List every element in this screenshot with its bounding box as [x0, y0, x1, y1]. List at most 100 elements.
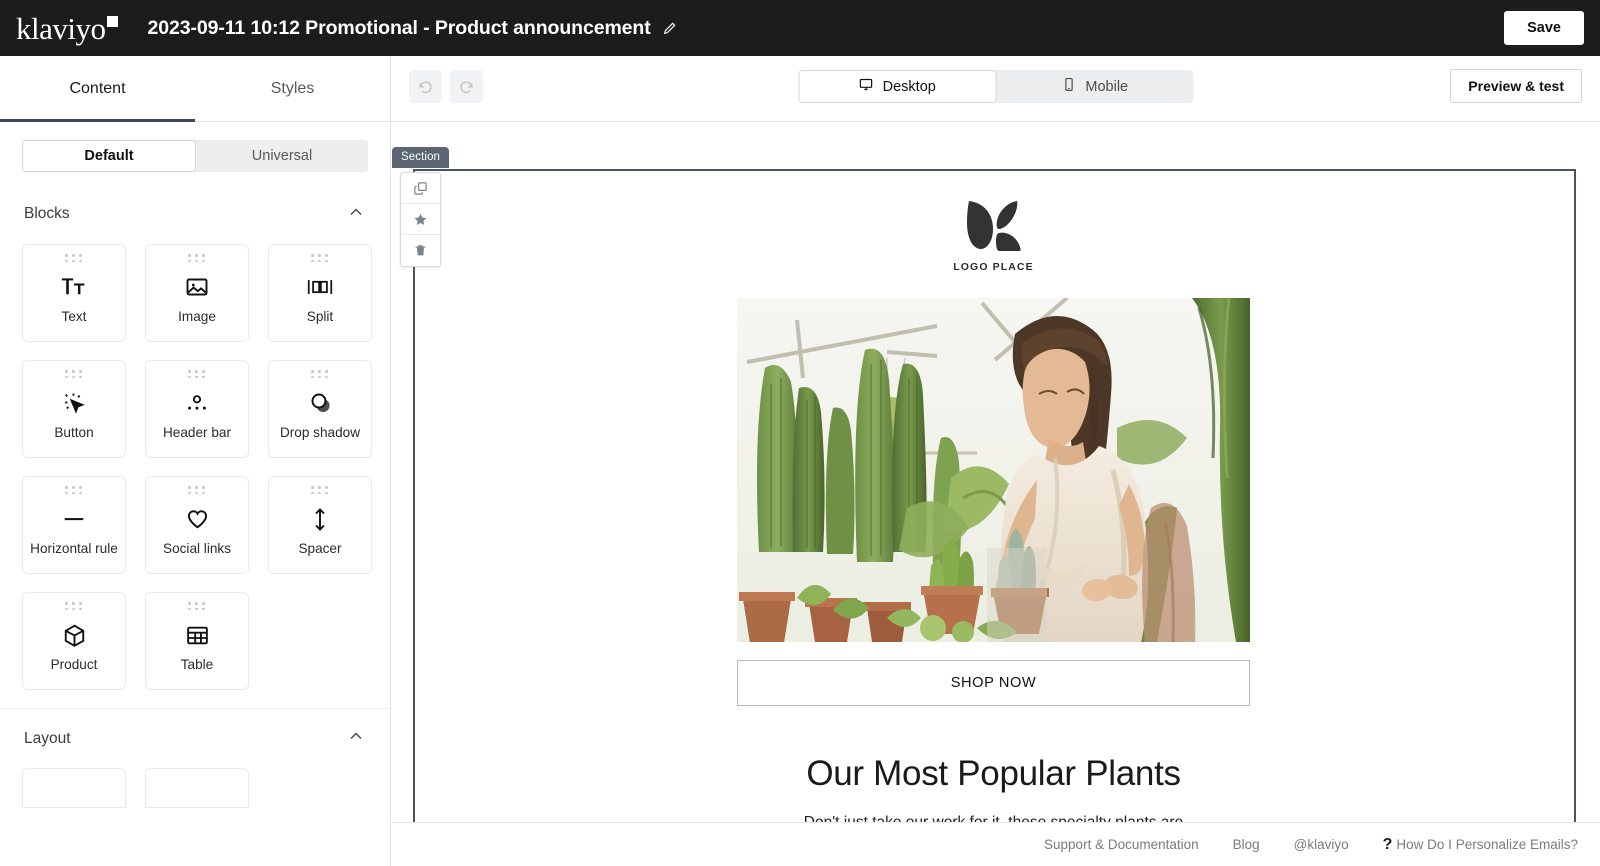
template-scope-toggle-wrap: Default Universal — [0, 122, 390, 172]
layout-section-title: Layout — [24, 729, 71, 747]
chevron-up-icon[interactable] — [346, 726, 366, 751]
template-scope-toggle: Default Universal — [22, 140, 368, 172]
klaviyo-wordmark: klaviyo — [16, 10, 106, 46]
heart-icon — [185, 504, 210, 534]
footer-help-label[interactable]: How Do I Personalize Emails? — [1396, 837, 1578, 852]
hero-image[interactable] — [737, 298, 1250, 642]
block-label: Spacer — [298, 541, 342, 557]
block-label: Table — [180, 657, 214, 673]
drag-handle-icon[interactable] — [65, 254, 83, 263]
layout-option[interactable] — [22, 768, 126, 808]
image-icon — [185, 272, 209, 302]
footer-link-twitter[interactable]: @klaviyo — [1294, 837, 1349, 852]
section-label-tab: Section — [392, 147, 450, 168]
device-label: Desktop — [882, 78, 936, 95]
block-image[interactable]: Image — [145, 244, 249, 342]
block-spacer[interactable]: Spacer — [268, 476, 372, 574]
save-button[interactable]: Save — [1504, 11, 1584, 45]
drag-handle-icon[interactable] — [188, 486, 206, 495]
trash-icon[interactable] — [401, 235, 440, 266]
drag-handle-icon[interactable] — [65, 370, 83, 379]
document-title-group: 2023-09-11 10:12 Promotional - Product a… — [148, 17, 678, 40]
block-label: Button — [54, 425, 94, 441]
footer-link-support[interactable]: Support & Documentation — [1044, 837, 1199, 852]
device-desktop[interactable]: Desktop — [798, 70, 997, 103]
block-label: Horizontal rule — [30, 541, 118, 557]
cube-icon — [62, 620, 87, 650]
device-label: Mobile — [1085, 78, 1129, 95]
tab-styles[interactable]: Styles — [195, 56, 390, 121]
klaviyo-flag-icon — [106, 15, 118, 27]
header-bar-icon — [184, 388, 210, 418]
logo-caption: LOGO PLACE — [953, 261, 1034, 273]
pencil-icon[interactable] — [662, 20, 678, 36]
block-header-bar[interactable]: Header bar — [145, 360, 249, 458]
duplicate-icon[interactable] — [401, 173, 440, 204]
vertical-arrows-icon — [309, 504, 331, 534]
email-body-text: Don't just take our work for it, these s… — [794, 812, 1194, 822]
shop-now-button[interactable]: SHOP NOW — [737, 660, 1250, 706]
chevron-up-icon[interactable] — [346, 202, 366, 227]
block-label: Split — [306, 309, 334, 325]
drag-handle-icon[interactable] — [188, 602, 206, 611]
page-title: 2023-09-11 10:12 Promotional - Product a… — [147, 16, 651, 39]
segment-universal[interactable]: Universal — [196, 140, 368, 172]
footer-bar: Support & Documentation Blog @klaviyo ? … — [391, 822, 1600, 866]
block-table[interactable]: Table — [145, 592, 249, 690]
block-product[interactable]: Product — [22, 592, 126, 690]
layout-grid — [0, 768, 390, 808]
block-horizontal-rule[interactable]: Horizontal rule — [22, 476, 126, 574]
block-label: Product — [50, 657, 98, 673]
leaf-logo-icon — [967, 201, 1022, 251]
block-label: Header bar — [162, 425, 231, 441]
device-toggle: Desktop Mobile — [798, 70, 1193, 103]
segment-default[interactable]: Default — [22, 140, 196, 172]
greenhouse-photo — [737, 298, 1250, 642]
text-icon — [61, 272, 87, 302]
drag-handle-icon[interactable] — [188, 370, 206, 379]
redo-icon[interactable] — [450, 70, 483, 103]
footer-help-link[interactable]: ? How Do I Personalize Emails? — [1383, 836, 1578, 854]
blocks-section-header[interactable]: Blocks — [0, 184, 390, 244]
email-logo-block: LOGO PLACE — [953, 199, 1033, 273]
block-drop-shadow[interactable]: Drop shadow — [268, 360, 372, 458]
blocks-section-title: Blocks — [24, 205, 70, 222]
drag-handle-icon[interactable] — [65, 486, 83, 495]
horizontal-rule-icon — [61, 504, 87, 534]
preview-and-test-button[interactable]: Preview & test — [1450, 69, 1582, 103]
footer-link-blog[interactable]: Blog — [1233, 837, 1260, 852]
block-label: Text — [61, 309, 87, 325]
email-heading: Our Most Popular Plants — [806, 754, 1181, 793]
drop-shadow-icon — [308, 388, 333, 418]
block-split[interactable]: Split — [268, 244, 372, 342]
block-button[interactable]: Button — [22, 360, 126, 458]
undo-redo-group — [409, 70, 483, 103]
top-bar: klaviyo 2023-09-11 10:12 Promotional - P… — [0, 0, 1600, 56]
drag-handle-icon[interactable] — [65, 602, 83, 611]
klaviyo-logo[interactable]: klaviyo — [16, 13, 118, 44]
left-sidebar: Content Styles Default Universal Blocks … — [0, 56, 391, 866]
block-text[interactable]: Text — [22, 244, 126, 342]
undo-icon[interactable] — [409, 70, 442, 103]
block-label: Drop shadow — [279, 425, 361, 441]
button-cursor-icon — [62, 388, 87, 418]
tab-content[interactable]: Content — [0, 56, 195, 122]
layout-option[interactable] — [145, 768, 249, 808]
star-icon[interactable] — [401, 204, 440, 235]
block-social-links[interactable]: Social links — [145, 476, 249, 574]
drag-handle-icon[interactable] — [311, 254, 329, 263]
block-label: Social links — [163, 541, 231, 557]
drag-handle-icon[interactable] — [311, 370, 329, 379]
sidebar-tabs: Content Styles — [0, 56, 390, 122]
drag-handle-icon[interactable] — [188, 254, 206, 263]
layout-section-header[interactable]: Layout — [0, 708, 390, 768]
question-mark-icon: ? — [1382, 835, 1393, 853]
drag-handle-icon[interactable] — [311, 486, 329, 495]
block-label: Image — [178, 309, 216, 325]
email-canvas: Section LOGO PLACE SHOP NOW Our Most Pop… — [391, 122, 1600, 822]
split-icon — [307, 272, 333, 302]
email-body: LOGO PLACE SHOP NOW Our Most Popular Pla… — [415, 171, 1572, 822]
section-toolbar — [400, 172, 441, 267]
monitor-icon — [859, 77, 874, 96]
device-mobile[interactable]: Mobile — [997, 70, 1194, 103]
